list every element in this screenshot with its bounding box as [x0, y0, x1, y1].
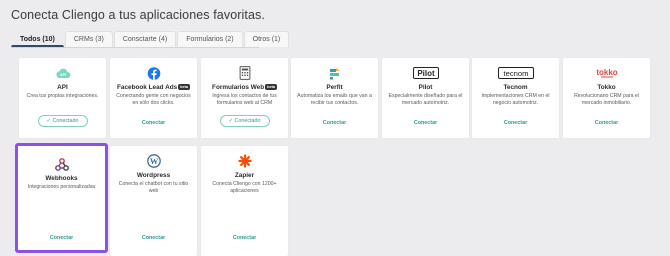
card-tokko-name: Tokko — [597, 84, 616, 91]
svg-text:API: API — [60, 73, 66, 77]
card-api-name: API — [57, 84, 68, 91]
card-wordpress: W Wordpress Conecta el chatbot con tu si… — [110, 146, 197, 256]
api-connected-button[interactable]: ✓ Conectado — [37, 115, 88, 127]
pilot-logo-icon: Pilot — [412, 66, 439, 80]
card-tokko-desc: Revolucionario CRM para el mercado inmob… — [574, 93, 639, 106]
filter-tabs: Todos (10) CRMs (3) Consctarte (4) Formu… — [11, 31, 290, 47]
card-wordpress-desc: Conecta el chatbot con tu sitio web — [118, 181, 189, 194]
facebook-icon — [147, 66, 160, 80]
card-tecnom-desc: Implementaciones CRM en el negocio autom… — [481, 93, 550, 106]
facebook-connect-button[interactable]: Conectar — [110, 120, 197, 126]
tokko-logo-icon: tokko — [596, 66, 618, 80]
beta-badge: beta — [265, 84, 277, 90]
card-zapier-desc: Conecta Cliengo con 1200+ aplicaciones — [212, 181, 277, 194]
tab-crms[interactable]: CRMs (3) — [64, 31, 113, 47]
pilot-connect-button[interactable]: Conectar — [382, 120, 469, 126]
card-formularios-web: Formularios Web beta Ingresa los contacto… — [201, 58, 288, 138]
card-facebook-name: Facebook Lead Ads beta — [117, 84, 190, 91]
tecnom-logo-icon: tecnom — [497, 66, 534, 80]
tabs-divider — [11, 47, 259, 48]
card-perfit-desc: Automatiza los emails que van a recibir … — [297, 93, 372, 106]
svg-text:tokko: tokko — [596, 68, 617, 77]
card-tecnom: tecnom Tecnom Implementaciones CRM en el… — [472, 58, 559, 138]
card-tecnom-name: Tecnom — [503, 84, 528, 91]
card-webhooks: Webhooks Integraciones personalizadas Co… — [15, 143, 108, 253]
card-api: API API Crea tus propias integraciones. … — [19, 58, 106, 138]
card-tokko: tokko Tokko Revolucionario CRM para el m… — [563, 58, 650, 138]
wordpress-icon: W — [146, 154, 161, 168]
card-api-desc: Crea tus propias integraciones. — [26, 93, 99, 99]
card-wordpress-name: Wordpress — [136, 172, 171, 179]
formularios-connected-button[interactable]: ✓ Conectado — [219, 115, 270, 127]
tab-todos[interactable]: Todos (10) — [11, 31, 64, 47]
beta-badge: beta — [178, 84, 190, 90]
card-formularios-name: Formularios Web beta — [212, 84, 277, 91]
perfit-logo-icon — [328, 66, 342, 80]
tab-otros[interactable]: Otros (1) — [243, 31, 290, 47]
perfit-connect-button[interactable]: Conectar — [291, 120, 378, 126]
card-zapier: Zapier Conecta Cliengo con 1200+ aplicac… — [201, 146, 288, 256]
tab-formularios[interactable]: Formularios (2) — [177, 31, 243, 47]
card-perfit-name: Perfit — [326, 84, 343, 91]
card-perfit: Perfit Automatiza los emails que van a r… — [291, 58, 378, 138]
card-pilot-desc: Especialmente diseñado para el mercado a… — [388, 93, 463, 106]
svg-text:Pilot: Pilot — [417, 69, 435, 78]
card-webhooks-name: Webhooks — [45, 175, 78, 182]
card-facebook-desc: Conectando gente con negocios en sólo do… — [116, 93, 191, 106]
card-zapier-name: Zapier — [234, 172, 255, 179]
webhooks-connect-button[interactable]: Conectar — [18, 235, 105, 241]
tokko-connect-button[interactable]: Conectar — [563, 120, 650, 126]
card-facebook-lead-ads: Facebook Lead Ads beta Conectando gente c… — [110, 58, 197, 138]
wordpress-connect-button[interactable]: Conectar — [110, 235, 197, 241]
zapier-connect-button[interactable]: Conectar — [201, 235, 288, 241]
card-pilot: Pilot Pilot Especialmente diseñado para … — [382, 58, 469, 138]
page-title: Conecta Cliengo a tus aplicaciones favor… — [11, 8, 265, 22]
webhooks-icon — [54, 157, 69, 171]
tecnom-connect-button[interactable]: Conectar — [472, 120, 559, 126]
zapier-icon — [237, 154, 252, 168]
cloud-api-icon: API — [55, 66, 71, 80]
card-webhooks-desc: Integraciones personalizadas — [27, 184, 96, 190]
card-pilot-name: Pilot — [418, 84, 433, 91]
svg-text:tecnom: tecnom — [503, 69, 528, 78]
card-formularios-desc: Ingresa los contactos de tus formularios… — [212, 93, 277, 106]
svg-text:W: W — [149, 157, 158, 166]
form-icon — [239, 66, 250, 80]
tab-consctarte[interactable]: Consctarte (4) — [113, 31, 177, 47]
